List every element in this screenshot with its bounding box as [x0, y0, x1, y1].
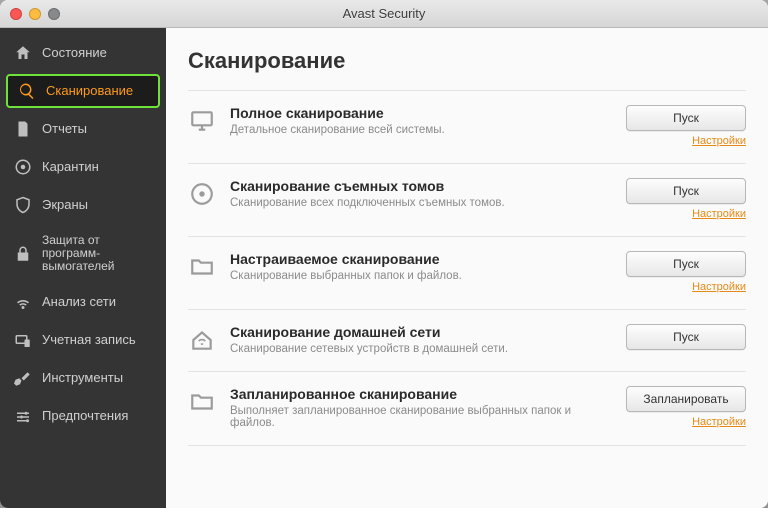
run-button[interactable]: Пуск — [626, 251, 746, 277]
monitor-icon — [188, 107, 216, 135]
app-window: Avast Security Состояние Сканирование — [0, 0, 768, 508]
sidebar-item-label: Предпочтения — [42, 409, 128, 423]
sidebar-item-status[interactable]: Состояние — [0, 34, 166, 72]
scan-title: Полное сканирование — [230, 105, 610, 121]
sidebar-item-label: Отчеты — [42, 122, 87, 136]
document-icon — [14, 120, 32, 138]
run-button[interactable]: Пуск — [626, 105, 746, 131]
sidebar-item-reports[interactable]: Отчеты — [0, 110, 166, 148]
scan-desc: Детальное сканирование всей системы. — [230, 124, 610, 136]
scan-row-home-network: Сканирование домашней сети Сканирование … — [188, 309, 746, 371]
scan-desc: Сканирование всех подключенных съемных т… — [230, 197, 610, 209]
sliders-icon — [14, 408, 32, 426]
scan-title: Сканирование домашней сети — [230, 324, 610, 340]
settings-link[interactable]: Настройки — [624, 135, 746, 147]
folder-icon — [188, 388, 216, 416]
sidebar-item-label: Анализ сети — [42, 295, 116, 309]
home-icon — [14, 44, 32, 62]
devices-icon — [14, 332, 32, 350]
scan-actions: Пуск — [624, 324, 746, 350]
titlebar: Avast Security — [0, 0, 768, 28]
scan-title: Сканирование съемных томов — [230, 178, 610, 194]
sidebar-item-network[interactable]: Анализ сети — [0, 284, 166, 322]
sidebar-item-ransomware[interactable]: Защита от программ-вымогателей — [0, 224, 166, 284]
scan-title: Запланированное сканирование — [230, 386, 610, 402]
disc-icon — [188, 180, 216, 208]
close-icon[interactable] — [10, 8, 22, 20]
sidebar-item-label: Инструменты — [42, 371, 123, 385]
sidebar-item-label: Экраны — [42, 198, 88, 212]
scan-text: Полное сканирование Детальное сканирован… — [230, 105, 610, 136]
scan-row-scheduled: Запланированное сканирование Выполняет з… — [188, 371, 746, 446]
search-icon — [18, 82, 36, 100]
scan-title: Настраиваемое сканирование — [230, 251, 610, 267]
run-button[interactable]: Пуск — [626, 324, 746, 350]
scan-text: Запланированное сканирование Выполняет з… — [230, 386, 610, 429]
sidebar-item-preferences[interactable]: Предпочтения — [0, 398, 166, 436]
main-panel: Сканирование Полное сканирование Детальн… — [166, 28, 768, 508]
sidebar-item-scan[interactable]: Сканирование — [6, 74, 160, 108]
sidebar-item-label: Состояние — [42, 46, 107, 60]
scan-actions: Пуск Настройки — [624, 105, 746, 147]
shield-icon — [14, 196, 32, 214]
scan-desc: Выполняет запланированное сканирование в… — [230, 405, 610, 429]
home-network-icon — [188, 326, 216, 354]
lock-icon — [14, 245, 32, 263]
folder-icon — [188, 253, 216, 281]
scan-actions: Пуск Настройки — [624, 251, 746, 293]
scan-desc: Сканирование сетевых устройств в домашне… — [230, 343, 610, 355]
page-title: Сканирование — [188, 48, 746, 74]
sidebar-item-label: Защита от программ-вымогателей — [42, 234, 154, 274]
zoom-icon[interactable] — [48, 8, 60, 20]
scan-actions: Пуск Настройки — [624, 178, 746, 220]
sidebar-item-quarantine[interactable]: Карантин — [0, 148, 166, 186]
scan-row-custom: Настраиваемое сканирование Сканирование … — [188, 236, 746, 309]
sidebar-item-shields[interactable]: Экраны — [0, 186, 166, 224]
sidebar-item-account[interactable]: Учетная запись — [0, 322, 166, 360]
scan-text: Сканирование съемных томов Сканирование … — [230, 178, 610, 209]
schedule-button[interactable]: Запланировать — [626, 386, 746, 412]
sidebar-item-label: Учетная запись — [42, 333, 136, 347]
settings-link[interactable]: Настройки — [624, 281, 746, 293]
scan-actions: Запланировать Настройки — [624, 386, 746, 428]
wifi-icon — [14, 294, 32, 312]
minimize-icon[interactable] — [29, 8, 41, 20]
window-controls — [10, 8, 60, 20]
sidebar: Состояние Сканирование Отчеты Карантин — [0, 28, 166, 508]
sidebar-item-label: Карантин — [42, 160, 99, 174]
scan-text: Сканирование домашней сети Сканирование … — [230, 324, 610, 355]
tools-icon — [14, 370, 32, 388]
biohazard-icon — [14, 158, 32, 176]
scan-row-removable: Сканирование съемных томов Сканирование … — [188, 163, 746, 236]
sidebar-item-tools[interactable]: Инструменты — [0, 360, 166, 398]
scan-row-full: Полное сканирование Детальное сканирован… — [188, 90, 746, 163]
scan-desc: Сканирование выбранных папок и файлов. — [230, 270, 610, 282]
run-button[interactable]: Пуск — [626, 178, 746, 204]
settings-link[interactable]: Настройки — [624, 416, 746, 428]
settings-link[interactable]: Настройки — [624, 208, 746, 220]
window-title: Avast Security — [0, 6, 768, 21]
window-body: Состояние Сканирование Отчеты Карантин — [0, 28, 768, 508]
sidebar-item-label: Сканирование — [46, 84, 133, 98]
scan-text: Настраиваемое сканирование Сканирование … — [230, 251, 610, 282]
